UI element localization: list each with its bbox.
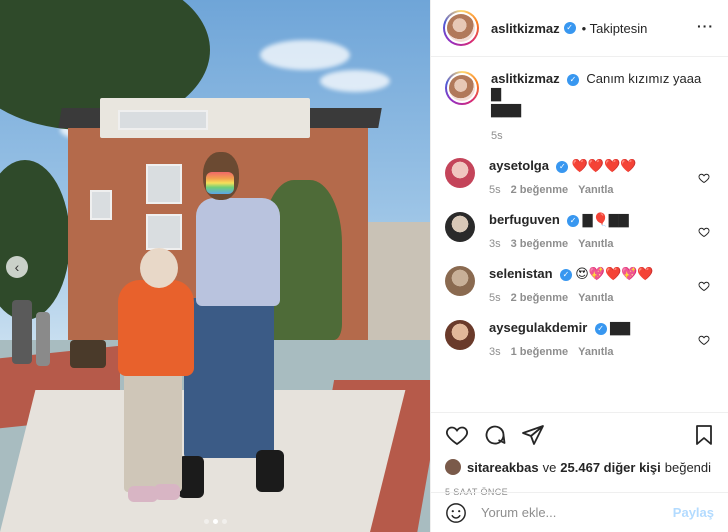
photo-cloud bbox=[320, 70, 390, 92]
photo-building-side bbox=[368, 222, 430, 342]
comment-text: ▇🎈▇▇ bbox=[582, 212, 629, 227]
caption-author[interactable]: aslitkizmaz bbox=[491, 71, 560, 86]
comment-time: 5s bbox=[489, 292, 501, 304]
post-photo[interactable]: ‹ bbox=[0, 0, 430, 532]
commenter-avatar[interactable] bbox=[445, 158, 475, 188]
comment-row: aysetolga ✓ ❤️❤️❤️❤️ 5s 2 beğenme Yanıtl… bbox=[445, 158, 714, 196]
verified-badge-icon: ✓ bbox=[559, 268, 572, 281]
photo-window bbox=[90, 190, 112, 220]
comment-time: 3s bbox=[489, 346, 501, 358]
photo-planter bbox=[70, 340, 106, 368]
verified-badge-icon: ✓ bbox=[567, 214, 580, 227]
photo-cloud bbox=[260, 40, 350, 70]
reply-button[interactable]: Yanıtla bbox=[578, 292, 613, 304]
photo-kid-shoe bbox=[154, 484, 180, 500]
action-icons bbox=[445, 423, 714, 447]
carousel-dot-active bbox=[212, 519, 218, 524]
post-header: aslitkizmaz ✓ • Takiptesin ··· bbox=[431, 0, 728, 57]
photo-person bbox=[36, 312, 50, 366]
photo-kid-pants bbox=[124, 372, 182, 492]
carousel-dot bbox=[221, 519, 227, 524]
likes-others[interactable]: 25.467 diğer kişi bbox=[560, 460, 660, 475]
commenter-avatar[interactable] bbox=[445, 266, 475, 296]
post-actions: sitareakbas ve 25.467 diğer kişi beğendi… bbox=[431, 412, 728, 532]
reply-button[interactable]: Yanıtla bbox=[578, 346, 613, 358]
heart-icon[interactable] bbox=[698, 280, 710, 292]
share-paper-plane-icon[interactable] bbox=[521, 423, 545, 447]
verified-badge-icon: ✓ bbox=[567, 73, 579, 86]
heart-icon[interactable] bbox=[698, 334, 710, 346]
likes-connector: ve bbox=[542, 459, 557, 475]
comment-likes[interactable]: 3 beğenme bbox=[511, 238, 568, 250]
comment-row: aysegulakdemir ✓ ▇▇ 3s 1 beğenme Yanıtla bbox=[445, 320, 714, 358]
comment-row: berfuguven ✓ ▇🎈▇▇ 3s 3 beğenme Yanıtla bbox=[445, 212, 714, 250]
verified-badge-icon: ✓ bbox=[556, 160, 569, 173]
commenter-avatar[interactable] bbox=[445, 212, 475, 242]
post-side-panel: aslitkizmaz ✓ • Takiptesin ··· aslitkizm… bbox=[430, 0, 728, 532]
carousel-dots bbox=[0, 519, 430, 524]
liker-username[interactable]: sitareakbas bbox=[467, 460, 539, 475]
reply-button[interactable]: Yanıtla bbox=[578, 184, 613, 196]
carousel-dot bbox=[203, 519, 209, 524]
caption-time: 5s bbox=[491, 130, 503, 142]
photo-window bbox=[118, 110, 208, 130]
comments-list[interactable]: aslitkizmaz ✓ Canım kızımız yaaa ▇ ▇▇▇ 5… bbox=[431, 57, 728, 412]
comment-time: 5s bbox=[489, 184, 501, 196]
author-username[interactable]: aslitkizmaz bbox=[491, 21, 560, 36]
comment-text: ❤️❤️❤️❤️ bbox=[571, 158, 637, 173]
commenter-username[interactable]: berfuguven bbox=[489, 212, 560, 227]
photo-mom-shirt bbox=[196, 198, 280, 306]
previous-photo-button[interactable]: ‹ bbox=[6, 256, 28, 278]
comment-likes[interactable]: 2 beğenme bbox=[511, 184, 568, 196]
comment-text: 😍💖❤️💖❤️ bbox=[575, 266, 654, 281]
post-viewer: ‹ aslitkizmaz ✓ • Takiptesin ··· aslitki… bbox=[0, 0, 728, 532]
more-options-icon[interactable]: ··· bbox=[697, 18, 714, 34]
add-comment-bar: Paylaş bbox=[431, 492, 728, 532]
likes-suffix: beğendi bbox=[664, 459, 712, 475]
comment-input[interactable] bbox=[481, 505, 673, 520]
verified-badge-icon: ✓ bbox=[594, 322, 607, 335]
comment-likes[interactable]: 2 beğenme bbox=[511, 292, 568, 304]
liker-avatar[interactable] bbox=[445, 459, 461, 475]
comment-likes[interactable]: 1 beğenme bbox=[511, 346, 568, 358]
heart-icon[interactable] bbox=[698, 226, 710, 238]
photo-window bbox=[146, 214, 182, 250]
post-comment-button[interactable]: Paylaş bbox=[673, 505, 714, 520]
photo-mom-boot bbox=[256, 450, 284, 492]
like-heart-icon[interactable] bbox=[445, 423, 469, 447]
photo-kid-sweater bbox=[118, 280, 194, 376]
likes-summary: sitareakbas ve 25.467 diğer kişi beğendi bbox=[445, 459, 714, 475]
commenter-username[interactable]: selenistan bbox=[489, 266, 553, 281]
commenter-avatar[interactable] bbox=[445, 320, 475, 350]
comment-time: 3s bbox=[489, 238, 501, 250]
follow-status[interactable]: • Takiptesin bbox=[582, 21, 648, 36]
caption-row: aslitkizmaz ✓ Canım kızımız yaaa ▇ ▇▇▇ 5… bbox=[445, 71, 714, 142]
verified-badge-icon: ✓ bbox=[563, 22, 576, 34]
reply-button[interactable]: Yanıtla bbox=[578, 238, 613, 250]
photo-window bbox=[146, 164, 182, 204]
comment-bubble-icon[interactable] bbox=[483, 423, 507, 447]
chevron-left-icon: ‹ bbox=[14, 259, 20, 275]
commenter-username[interactable]: aysegulakdemir bbox=[489, 320, 587, 335]
photo-person bbox=[12, 300, 32, 364]
photo-rainbow-mask bbox=[206, 172, 234, 194]
bookmark-icon[interactable] bbox=[692, 423, 716, 447]
author-avatar[interactable] bbox=[445, 71, 479, 105]
heart-icon[interactable] bbox=[698, 172, 710, 184]
photo-mom-jeans bbox=[184, 298, 274, 458]
emoji-icon[interactable] bbox=[445, 502, 467, 524]
commenter-username[interactable]: aysetolga bbox=[489, 158, 549, 173]
comment-text: ▇▇ bbox=[609, 320, 630, 335]
photo-kid-head bbox=[140, 248, 178, 288]
comment-row: selenistan ✓ 😍💖❤️💖❤️ 5s 2 beğenme Yanıtl… bbox=[445, 266, 714, 304]
author-avatar[interactable] bbox=[443, 10, 479, 46]
